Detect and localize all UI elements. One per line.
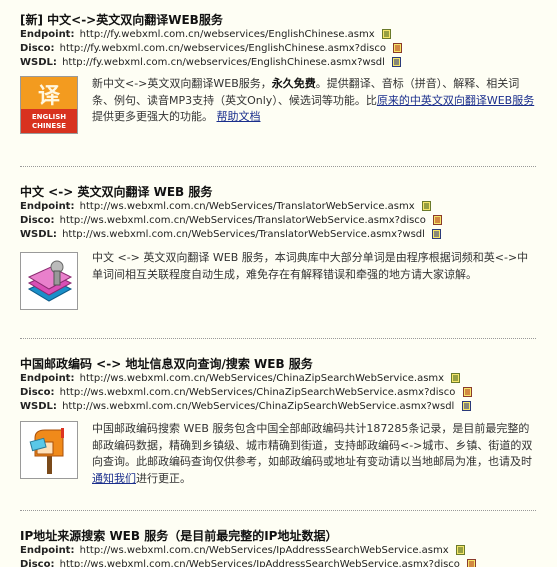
wsdl-row: WSDL: http://ws.webxml.com.cn/WebService… [20, 228, 536, 242]
section-divider [20, 166, 536, 167]
mailbox-icon [20, 421, 78, 479]
disco-label: Disco: [20, 387, 55, 398]
disco-row: Disco: http://fy.webxml.com.cn/webservic… [20, 42, 536, 56]
endpoint-label: Endpoint: [20, 545, 75, 556]
help-docs-link[interactable]: 帮助文档 [217, 110, 261, 123]
service-china-zip: 中国邮政编码 <-> 地址信息双向查询/搜索 WEB 服务 Endpoint: … [20, 356, 536, 501]
disco-label: Disco: [20, 43, 55, 54]
xml-doc-icon[interactable] [433, 215, 442, 225]
endpoint-url[interactable]: http://ws.webxml.com.cn/WebServices/Tran… [80, 201, 415, 212]
disco-row: Disco: http://ws.webxml.com.cn/WebServic… [20, 386, 536, 400]
section-divider [20, 338, 536, 339]
endpoint-url[interactable]: http://ws.webxml.com.cn/WebServices/Chin… [80, 373, 444, 384]
description-row: 中文 <-> 英文双向翻译 WEB 服务，本词典库中大部分单词是由程序根据词频和… [20, 250, 536, 320]
service-list-page: [新] 中文<->英文双向翻译WEB服务 Endpoint: http://fy… [0, 0, 557, 567]
description-row: 中国邮政编码搜索 WEB 服务包含中国全部邮政编码共计187285条记录，是目前… [20, 421, 536, 501]
endpoint-label: Endpoint: [20, 29, 75, 40]
endpoint-label: Endpoint: [20, 373, 75, 384]
wsdl-label: WSDL: [20, 57, 57, 68]
endpoint-row: Endpoint: http://ws.webxml.com.cn/WebSer… [20, 544, 536, 558]
endpoint-row: Endpoint: http://ws.webxml.com.cn/WebSer… [20, 372, 536, 386]
xml-doc-icon[interactable] [467, 559, 476, 567]
logo-text-english: ENGLISH [32, 113, 66, 121]
original-service-link[interactable]: 原来的中英文双向翻译WEB服务 [377, 94, 534, 107]
xml-doc-icon[interactable] [432, 229, 441, 239]
wsdl-url[interactable]: http://fy.webxml.com.cn/webservices/Engl… [62, 57, 385, 68]
service-title: 中国邮政编码 <-> 地址信息双向查询/搜索 WEB 服务 [20, 357, 313, 371]
disco-url[interactable]: http://ws.webxml.com.cn/WebServices/Chin… [60, 387, 456, 398]
endpoint-row: Endpoint: http://fy.webxml.com.cn/webser… [20, 28, 536, 42]
disco-url[interactable]: http://fy.webxml.com.cn/webservices/Engl… [60, 43, 386, 54]
disco-label: Disco: [20, 215, 55, 226]
disco-url[interactable]: http://ws.webxml.com.cn/WebServices/Tran… [60, 215, 426, 226]
wsdl-row: WSDL: http://fy.webxml.com.cn/webservice… [20, 56, 536, 70]
xml-doc-icon[interactable] [456, 545, 465, 555]
service-title: 中文 <-> 英文双向翻译 WEB 服务 [20, 185, 213, 199]
xml-doc-icon[interactable] [393, 43, 402, 53]
disco-url[interactable]: http://ws.webxml.com.cn/WebServices/IpAd… [60, 559, 460, 567]
service-english-chinese: [新] 中文<->英文双向翻译WEB服务 Endpoint: http://fy… [20, 12, 536, 146]
wsdl-label: WSDL: [20, 401, 57, 412]
free-emphasis: 永久免费 [271, 77, 316, 90]
service-description: 新中文<->英文双向翻译WEB服务，永久免费。提供翻译、音标（拼音）、解释、相关… [92, 77, 535, 123]
wsdl-row: WSDL: http://ws.webxml.com.cn/WebService… [20, 400, 536, 414]
wsdl-url[interactable]: http://ws.webxml.com.cn/WebServices/Tran… [62, 229, 425, 240]
service-description: 中国邮政编码搜索 WEB 服务包含中国全部邮政编码共计187285条记录，是目前… [92, 422, 533, 485]
translate-logo-icon: 译 ENGLISH CHINESE [20, 76, 78, 134]
endpoint-url[interactable]: http://fy.webxml.com.cn/webservices/Engl… [80, 29, 375, 40]
service-ip-address: IP地址来源搜索 WEB 服务（是目前最完整的IP地址数据） Endpoint:… [20, 528, 536, 567]
xml-doc-icon[interactable] [451, 373, 460, 383]
xml-doc-icon[interactable] [422, 201, 431, 211]
endpoint-label: Endpoint: [20, 201, 75, 212]
logo-text-chinese: CHINESE [32, 122, 66, 130]
service-translator: 中文 <-> 英文双向翻译 WEB 服务 Endpoint: http://ws… [20, 184, 536, 320]
wsdl-url[interactable]: http://ws.webxml.com.cn/WebServices/Chin… [62, 401, 454, 412]
endpoint-url[interactable]: http://ws.webxml.com.cn/WebServices/IpAd… [80, 545, 449, 556]
svg-text:译: 译 [38, 84, 61, 109]
disco-label: Disco: [20, 559, 55, 567]
xml-doc-icon[interactable] [463, 387, 472, 397]
service-description: 中文 <-> 英文双向翻译 WEB 服务，本词典库中大部分单词是由程序根据词频和… [92, 251, 529, 281]
disco-row: Disco: http://ws.webxml.com.cn/WebServic… [20, 214, 536, 228]
service-title: IP地址来源搜索 WEB 服务（是目前最完整的IP地址数据） [20, 529, 338, 543]
disco-row: Disco: http://ws.webxml.com.cn/WebServic… [20, 558, 536, 567]
description-row: 译 ENGLISH CHINESE 新中文<->英文双向翻译WEB服务，永久免费… [20, 76, 536, 146]
notify-us-link[interactable]: 通知我们 [92, 472, 136, 485]
wsdl-label: WSDL: [20, 229, 57, 240]
xml-doc-icon[interactable] [392, 57, 401, 67]
service-title: [新] 中文<->英文双向翻译WEB服务 [20, 13, 223, 27]
section-divider [20, 510, 536, 511]
endpoint-row: Endpoint: http://ws.webxml.com.cn/WebSer… [20, 200, 536, 214]
books-icon [20, 252, 78, 310]
xml-doc-icon[interactable] [462, 401, 471, 411]
xml-doc-icon[interactable] [382, 29, 391, 39]
